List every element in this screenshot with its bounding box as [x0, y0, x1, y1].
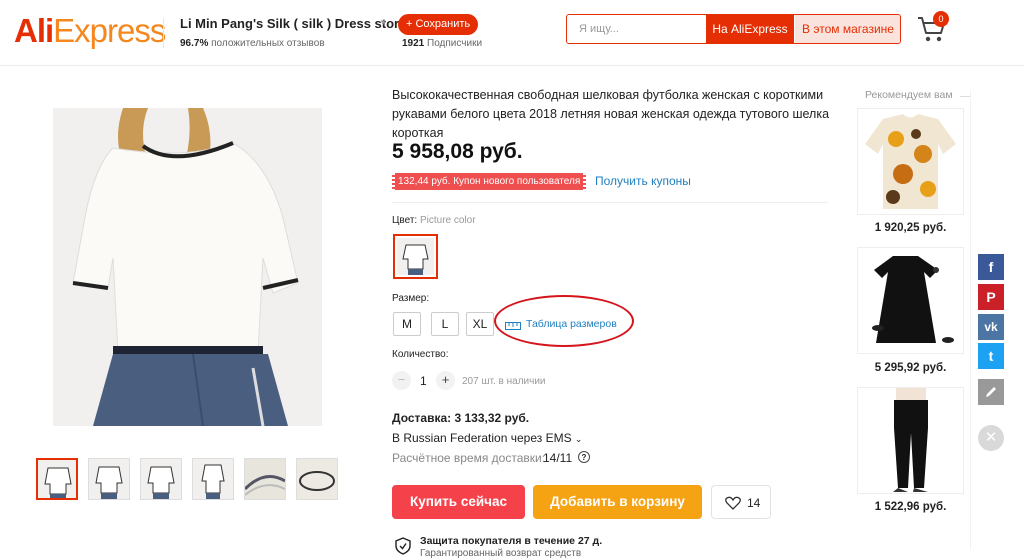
- store-rating: 96.7% положительных отзывов: [180, 38, 325, 49]
- search-aliexpress-button[interactable]: На AliExpress: [706, 15, 794, 43]
- divider: [960, 96, 970, 97]
- store-subscribers: 1921 Подписчики: [402, 38, 483, 49]
- aliexpress-logo[interactable]: AliExpress: [14, 12, 166, 50]
- size-option-l[interactable]: L: [431, 312, 459, 336]
- wishlist-button[interactable]: 14: [711, 485, 771, 519]
- buy-now-button[interactable]: Купить сейчас: [392, 485, 525, 519]
- product-title: Высококачественная свободная шелковая фу…: [392, 88, 830, 140]
- twitter-icon[interactable]: t: [978, 343, 1004, 369]
- color-swatch-picture-color[interactable]: [393, 234, 438, 279]
- quantity-increase-button[interactable]: +: [436, 371, 455, 390]
- thumbnail-2[interactable]: [88, 458, 130, 500]
- shipping-cost: Доставка: 3 133,32 руб.: [392, 411, 530, 425]
- facebook-icon[interactable]: f: [978, 254, 1004, 280]
- thumbnail-1[interactable]: [36, 458, 78, 500]
- delivery-time-value: 14/11: [543, 451, 573, 465]
- search-input[interactable]: [567, 15, 706, 43]
- thumbnail-5[interactable]: [244, 458, 286, 500]
- shield-icon: [395, 537, 411, 555]
- search-bar: На AliExpress В этом магазине: [566, 14, 901, 44]
- heart-icon: [725, 496, 741, 510]
- recommended-item-2[interactable]: [857, 247, 964, 354]
- product-price: 5 958,08 руб.: [392, 140, 523, 163]
- size-label: Размер:: [392, 293, 430, 304]
- pinterest-icon[interactable]: P: [978, 284, 1004, 310]
- thumbnail-3[interactable]: [140, 458, 182, 500]
- divider: [970, 90, 971, 550]
- size-option-m[interactable]: M: [393, 312, 421, 336]
- chevron-down-icon[interactable]: ▼: [379, 18, 387, 27]
- quantity-decrease-button[interactable]: −: [392, 371, 411, 390]
- edit-icon[interactable]: [978, 379, 1004, 405]
- color-label: Цвет: Picture color: [392, 215, 476, 226]
- recommended-price-1: 1 920,25 руб.: [874, 222, 947, 234]
- help-icon[interactable]: ?: [578, 451, 590, 463]
- size-chart-link[interactable]: Таблица размеров: [526, 318, 617, 330]
- cart-count-badge: 0: [933, 11, 949, 27]
- wishlist-count: 14: [747, 496, 761, 510]
- stock-available: 207 шт. в наличии: [462, 376, 546, 387]
- vk-icon[interactable]: vk: [978, 314, 1004, 340]
- new-user-coupon-badge: 132,44 руб. Купон нового пользователя: [392, 173, 587, 190]
- recommended-price-2: 5 295,92 руб.: [874, 362, 947, 374]
- store-name[interactable]: Li Min Pang's Silk ( silk ) Dress store: [180, 16, 406, 31]
- thumbnail-strip: [36, 458, 338, 502]
- size-option-xl[interactable]: XL: [466, 312, 494, 336]
- close-icon[interactable]: ✕: [978, 425, 1004, 451]
- get-coupons-link[interactable]: Получить купоны: [595, 174, 691, 188]
- recommended-item-3[interactable]: [857, 387, 964, 494]
- buyer-protection-subtitle: Гарантированный возврат средств: [420, 548, 582, 559]
- ruler-icon: [505, 318, 521, 330]
- chevron-down-icon: ⌄: [574, 434, 583, 444]
- buyer-protection-title: Защита покупателя в течение 27 д.: [420, 535, 603, 547]
- delivery-time-label: Расчётное время доставки:: [392, 451, 546, 465]
- product-main-image[interactable]: [53, 108, 322, 426]
- divider: [392, 202, 828, 203]
- recommended-price-3: 1 522,96 руб.: [874, 501, 947, 513]
- shipping-method-dropdown[interactable]: В Russian Federation через EMS ⌄: [392, 431, 582, 445]
- recommended-item-1[interactable]: [857, 108, 964, 215]
- follow-store-button[interactable]: + Сохранить: [398, 14, 479, 35]
- quantity-label: Количество:: [392, 349, 449, 360]
- header: AliExpress Li Min Pang's Silk ( silk ) D…: [0, 0, 1024, 66]
- quantity-value[interactable]: 1: [420, 374, 427, 388]
- divider: [163, 18, 164, 48]
- recommended-title: Рекомендуем вам: [865, 89, 953, 101]
- search-store-button[interactable]: В этом магазине: [795, 15, 900, 43]
- add-to-cart-button[interactable]: Добавить в корзину: [533, 485, 702, 519]
- thumbnail-4[interactable]: [192, 458, 234, 500]
- thumbnail-6[interactable]: [296, 458, 338, 500]
